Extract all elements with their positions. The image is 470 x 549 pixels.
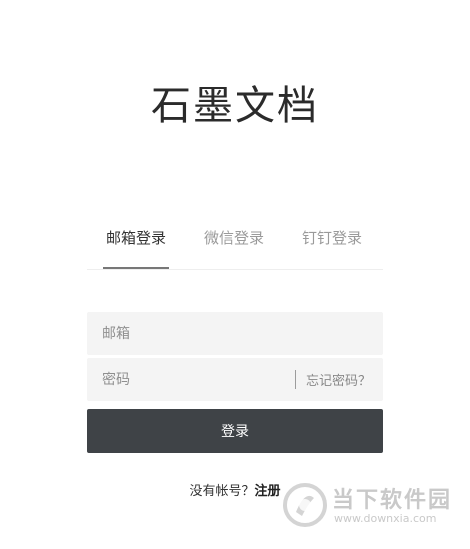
register-prompt: 没有帐号？注册 [0,480,470,499]
active-tab-underline [103,267,169,269]
field-divider [294,370,296,389]
register-prompt-text: 没有帐号？ [189,484,255,499]
login-tabs: 邮箱登录 微信登录 钉钉登录 [87,220,383,270]
app-logo-title: 石墨文档 [151,83,319,129]
password-field[interactable] [87,358,302,401]
email-field[interactable] [87,312,302,355]
password-field-container: 忘记密码？ [87,358,383,401]
tab-wechat-login-label: 微信登录 [203,229,264,247]
login-button[interactable]: 登录 [87,409,383,453]
forgot-password-link[interactable]: 忘记密码？ [306,370,371,389]
register-link[interactable]: 注册 [255,484,281,499]
email-field-container [87,312,383,355]
tab-dingtalk-login[interactable]: 钉钉登录 [299,220,365,268]
tab-wechat-login[interactable]: 微信登录 [201,220,267,268]
login-page: 石墨文档 邮箱登录 微信登录 钉钉登录 忘记密码？ 登录 没有帐号？注册 当 [0,0,470,549]
tab-dingtalk-login-label: 钉钉登录 [301,229,362,247]
tab-email-login[interactable]: 邮箱登录 [103,220,169,269]
watermark-url: www.downxia.com [334,512,437,525]
tab-email-login-label: 邮箱登录 [105,229,166,247]
forgot-password-area: 忘记密码？ [294,370,371,389]
